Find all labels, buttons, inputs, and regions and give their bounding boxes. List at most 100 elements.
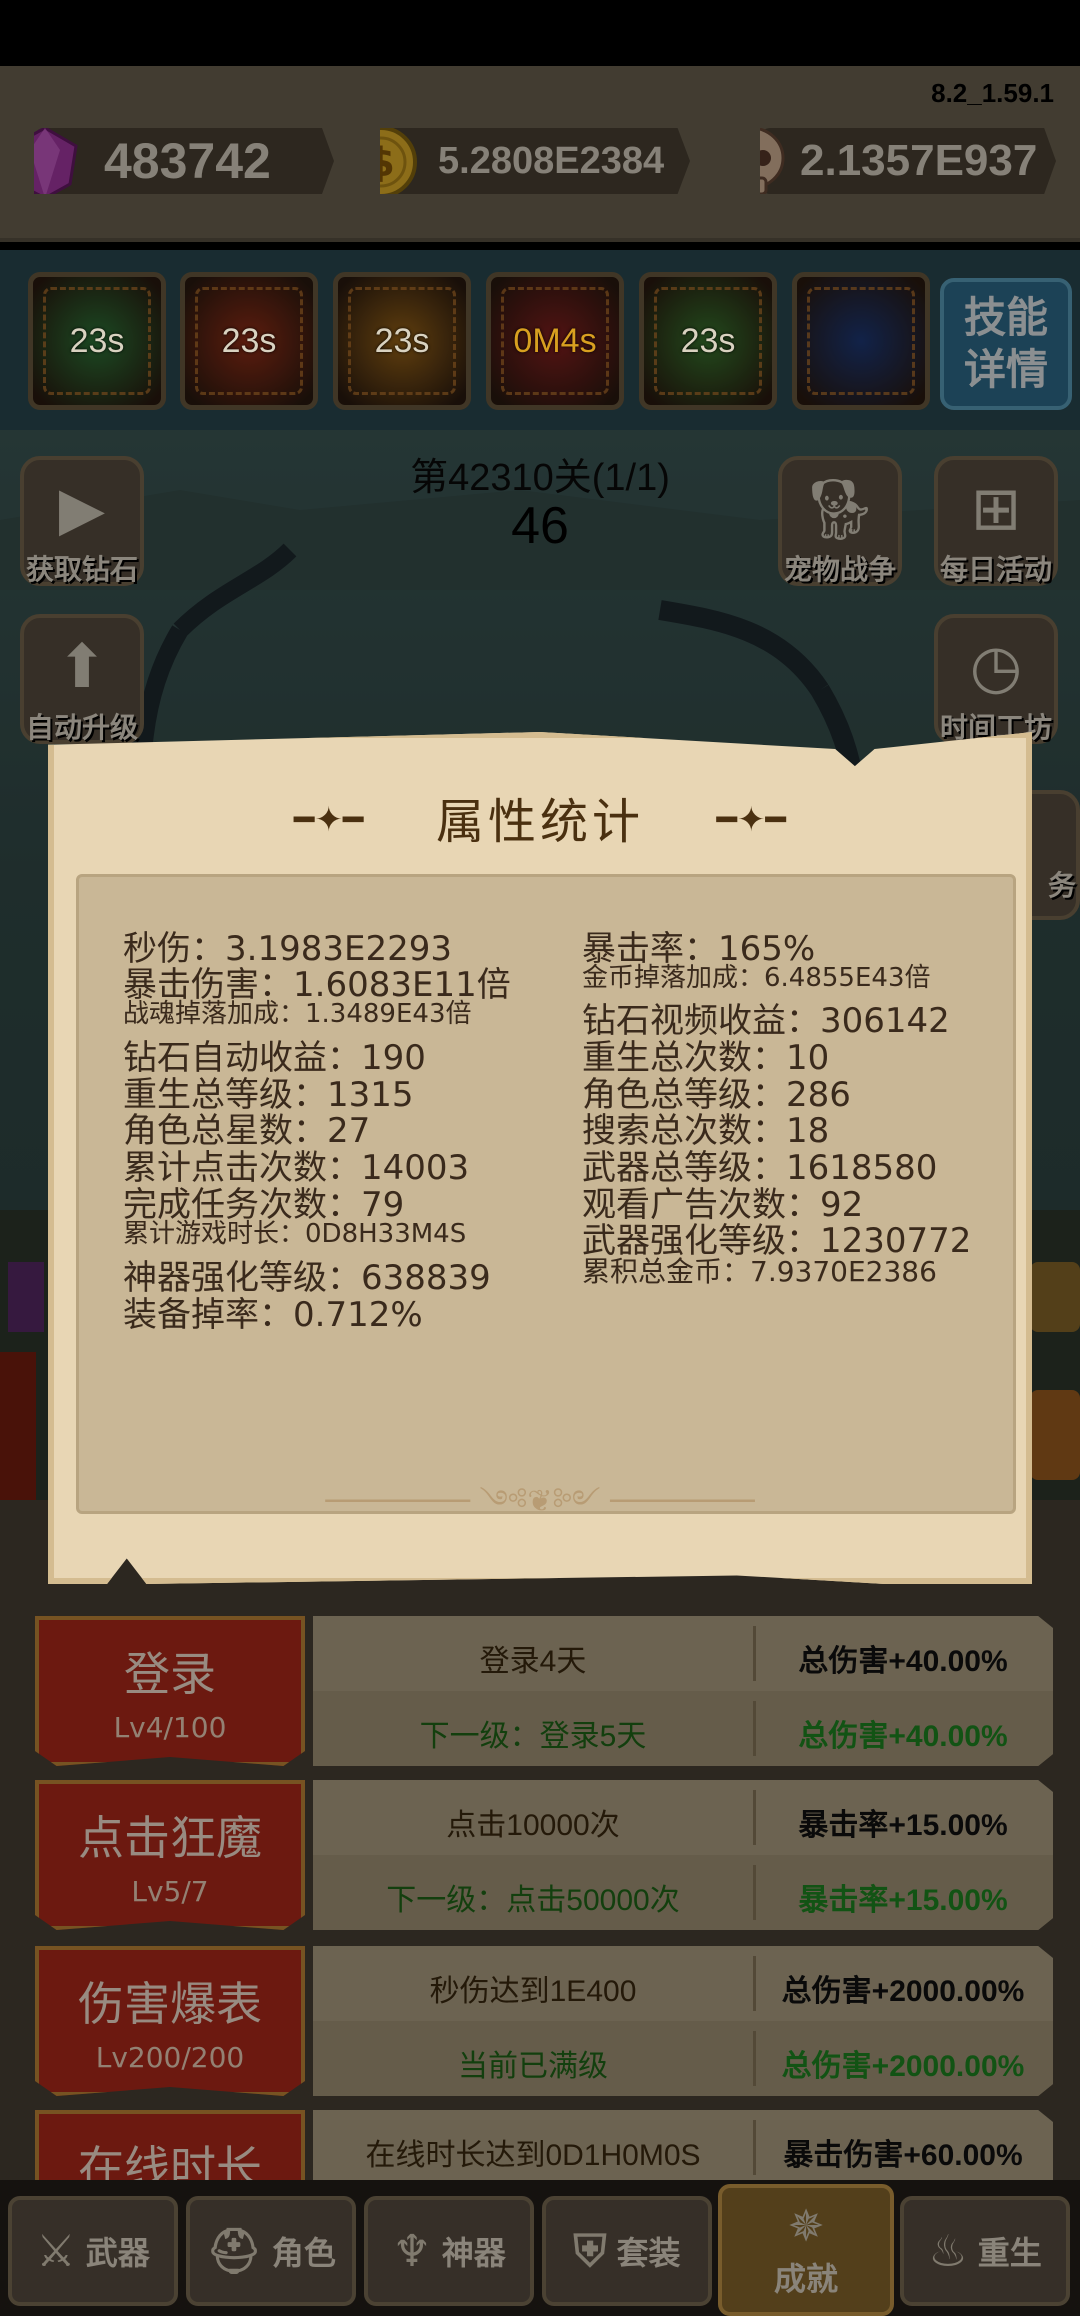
achievement-damage: 伤害爆表 Lv200/200 秒伤达到1E400 总伤害+2000.00% 当前…	[30, 1946, 1055, 2096]
up-arrow-icon: ⬆	[56, 632, 108, 702]
skill-slot-3[interactable]: 23s	[333, 272, 471, 410]
dog-icon: 🐕︎	[801, 475, 879, 545]
skill-timer: 0M4s	[513, 321, 597, 360]
achievement-detail: 在线时长达到0D1H0M0S 暴击伤害+60.00%	[313, 2110, 1053, 2182]
achievement-detail: 秒伤达到1E400 总伤害+2000.00% 当前已满级 总伤害+2000.00…	[313, 1946, 1053, 2096]
skill-frame	[807, 287, 915, 395]
skill-slot-4[interactable]: 0M4s	[486, 272, 624, 410]
tab-achievement[interactable]: ✵ 成就	[718, 2184, 894, 2316]
achievement-level: Lv5/7	[131, 1875, 209, 1908]
achievement-banner: 伤害爆表 Lv200/200	[35, 1946, 305, 2096]
skill-timer: 23s	[69, 321, 125, 360]
gold-counter: $ 5.2808E2384	[380, 128, 690, 194]
achievement-banner: 在线时长	[35, 2110, 305, 2182]
achievement-name: 点击狂魔	[78, 1811, 262, 1865]
right-ornament-icon: ━✦━	[716, 800, 786, 840]
tab-artifact[interactable]: ♆ 神器	[364, 2196, 534, 2306]
next-reward: 总伤害+2000.00%	[781, 2050, 1025, 2083]
knight-helmet-icon: ⛑	[206, 2226, 262, 2277]
stat-item: 装备掉率：0.712%	[123, 1295, 423, 1335]
armor-icon: ⛨	[573, 2225, 607, 2277]
attribute-stats-dialog: ━✦━ 属性统计 ━✦━ 秒伤：3.1983E2293 暴击伤害：1.6083E1…	[48, 732, 1032, 1584]
skill-timer: 23s	[374, 321, 430, 360]
current-tier: 登录4天 总伤害+40.00%	[313, 1616, 1053, 1691]
next-desc: 当前已满级	[458, 2050, 608, 2083]
gift-icon: ⊞	[970, 474, 1022, 544]
achievement-detail: 点击10000次 暴击率+15.00% 下一级：点击50000次 暴击率+15.…	[313, 1780, 1053, 1930]
stat-item: 战魂掉落加成：1.3489E43倍	[123, 999, 472, 1029]
clock-icon: ◷	[969, 632, 1023, 702]
skill-slot-6[interactable]	[792, 272, 930, 410]
side-tab	[8, 1262, 44, 1332]
current-tier: 在线时长达到0D1H0M0S 暴击伤害+60.00%	[313, 2110, 1053, 2182]
tab-label: 成就	[773, 2259, 838, 2298]
get-diamonds-button[interactable]: ▶ 获取钻石	[20, 456, 144, 586]
achievement-banner: 登录 Lv4/100	[35, 1616, 305, 1766]
achievement-online-time: 在线时长 在线时长达到0D1H0M0S 暴击伤害+60.00%	[30, 2110, 1055, 2182]
tab-rebirth[interactable]: ♨ 重生	[900, 2196, 1070, 2306]
tab-label: 神器	[441, 2234, 506, 2272]
achievement-banner-icon: ✵	[787, 2200, 825, 2252]
version-label: 8.2_1.59.1	[931, 78, 1054, 108]
current-reward: 暴击率+15.00%	[798, 1809, 1008, 1842]
current-desc: 登录4天	[479, 1645, 587, 1678]
current-desc: 点击10000次	[446, 1809, 620, 1842]
tab-label: 武器	[85, 2234, 150, 2272]
next-tier: 下一级：点击50000次 暴击率+15.00%	[313, 1855, 1053, 1930]
auto-upgrade-button[interactable]: ⬆ 自动升级	[20, 614, 144, 744]
next-desc: 下一级：登录5天	[419, 1720, 647, 1753]
auto-upgrade-label: 自动升级	[25, 711, 138, 744]
current-desc: 在线时长达到0D1H0M0S	[365, 2139, 701, 2172]
daily-events-label: 每日活动	[939, 553, 1052, 586]
current-tier: 秒伤达到1E400 总伤害+2000.00%	[313, 1946, 1053, 2021]
current-desc: 秒伤达到1E400	[429, 1975, 637, 2008]
diamond-count: 483742	[104, 133, 271, 189]
next-reward: 暴击率+15.00%	[798, 1884, 1008, 1917]
current-reward: 总伤害+2000.00%	[781, 1975, 1025, 2008]
time-workshop-button[interactable]: ◷ 时间工坊	[934, 614, 1058, 744]
tab-label: 套装	[616, 2234, 681, 2272]
achievement-name: 登录	[124, 1647, 216, 1701]
tab-label: 角色	[271, 2234, 336, 2272]
next-tier: 下一级：登录5天 总伤害+40.00%	[313, 1691, 1053, 1766]
skill-timer: 23s	[221, 321, 277, 360]
next-reward: 总伤害+40.00%	[798, 1720, 1008, 1753]
stage-counter: 46	[511, 497, 569, 555]
skill-details-button[interactable]: 技能 详情	[940, 278, 1072, 410]
rebirth-flame-icon: ♨	[928, 2225, 968, 2277]
achievement-level: Lv200/200	[95, 2041, 245, 2074]
tab-weapon[interactable]: ⚔ 武器	[8, 2196, 178, 2306]
soul-count: 2.1357E937	[800, 136, 1038, 185]
footer-ornament-icon: ──────── ༺❦༻ ────────	[325, 1484, 755, 1519]
stat-item: 金币掉落加成：6.4855E43倍	[582, 963, 931, 993]
diamond-counter: 483742	[34, 128, 334, 194]
tab-set[interactable]: ⛨ 套装	[542, 2196, 712, 2306]
skill-details-label-2: 详情	[963, 345, 1048, 394]
side-button-right-2[interactable]	[1030, 1390, 1080, 1480]
tab-character[interactable]: ⛑ 角色	[186, 2196, 356, 2306]
achievement-banner: 点击狂魔 Lv5/7	[35, 1780, 305, 1930]
skill-details-label-1: 技能	[963, 293, 1048, 342]
video-camera-icon: ▶	[58, 474, 106, 544]
gold-count: 5.2808E2384	[438, 139, 665, 182]
achievement-name: 伤害爆表	[78, 1977, 262, 2031]
dialog-title: 属性统计	[435, 794, 644, 850]
winged-axe-icon: ♆	[392, 2225, 432, 2277]
soul-counter: 2.1357E937	[760, 128, 1056, 194]
current-reward: 总伤害+40.00%	[798, 1645, 1008, 1678]
stat-item: 累积总金币：7.9370E2386	[582, 1255, 937, 1288]
stat-item: 累计游戏时长：0D8H33M4S	[123, 1219, 467, 1249]
side-button-right[interactable]	[1030, 1262, 1080, 1332]
status-bar	[0, 0, 1080, 66]
achievement-detail: 登录4天 总伤害+40.00% 下一级：登录5天 总伤害+40.00%	[313, 1616, 1053, 1766]
stats-panel: 秒伤：3.1983E2293 暴击伤害：1.6083E11倍 战魂掉落加成：1.34…	[76, 874, 1016, 1514]
achievement-login: 登录 Lv4/100 登录4天 总伤害+40.00% 下一级：登录5天 总伤害+…	[30, 1616, 1055, 1766]
pet-war-button[interactable]: 🐕︎ 宠物战争	[778, 456, 902, 586]
achievement-level: Lv4/100	[113, 1711, 227, 1744]
get-diamonds-label: 获取钻石	[25, 553, 138, 586]
skill-slot-5[interactable]: 23s	[639, 272, 777, 410]
skill-timer: 23s	[680, 321, 736, 360]
daily-events-button[interactable]: ⊞ 每日活动	[934, 456, 1058, 586]
skill-slot-2[interactable]: 23s	[180, 272, 318, 410]
skill-slot-1[interactable]: 23s	[28, 272, 166, 410]
